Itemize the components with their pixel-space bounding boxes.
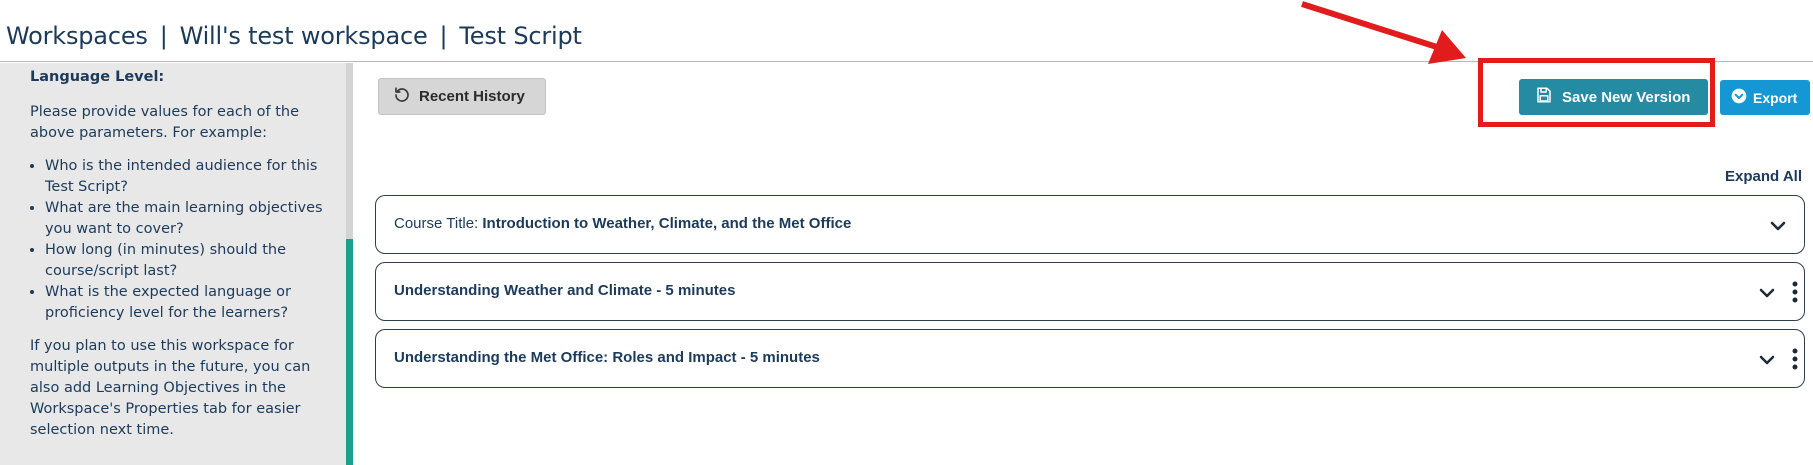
chevron-down-icon[interactable] — [1770, 218, 1786, 234]
annotation-arrow — [1301, 1, 1466, 64]
card-title-text: Understanding Weather and Climate - 5 mi… — [394, 282, 736, 299]
breadcrumb-workspace[interactable]: Will's test workspace — [180, 22, 428, 50]
recent-history-button[interactable]: Recent History — [378, 78, 546, 115]
save-new-version-button[interactable]: Save New Version — [1519, 79, 1708, 115]
sidebar-bullet: How long (in minutes) should the course/… — [45, 240, 325, 282]
expand-all-link[interactable]: Expand All — [1725, 168, 1802, 185]
card-title: Understanding the Met Office: Roles and … — [394, 349, 820, 366]
sidebar-bullet-list: Who is the intended audience for this Te… — [30, 156, 325, 324]
breadcrumb-separator: | — [159, 22, 168, 50]
section-card[interactable]: Understanding the Met Office: Roles and … — [375, 329, 1805, 388]
page-header: Workspaces | Will's test workspace | Test Sc… — [0, 0, 1813, 62]
more-options-icon[interactable] — [1792, 280, 1798, 304]
chevron-down-icon[interactable] — [1759, 285, 1775, 301]
card-title-text: Introduction to Weather, Climate, and th… — [482, 215, 852, 232]
sidebar-heading: Language Level: — [30, 69, 165, 85]
card-title: Course Title: Introduction to Weather, C… — [394, 215, 851, 232]
recent-history-label: Recent History — [419, 88, 525, 105]
export-label: Export — [1753, 89, 1798, 106]
section-card[interactable]: Understanding Weather and Climate - 5 mi… — [375, 262, 1805, 321]
sidebar-intro: Please provide values for each of the ab… — [30, 104, 300, 141]
more-options-icon[interactable] — [1792, 347, 1798, 371]
export-button[interactable]: Export — [1720, 80, 1810, 115]
card-title: Understanding Weather and Climate - 5 mi… — [394, 282, 735, 299]
breadcrumb-script: Test Script — [459, 22, 582, 50]
sidebar-scroll-thumb[interactable] — [346, 239, 353, 465]
chevron-down-icon[interactable] — [1759, 352, 1775, 368]
sidebar-panel: Language Level: Please provide values fo… — [0, 63, 346, 465]
sidebar-bullet: What are the main learning objectives yo… — [45, 198, 325, 240]
history-icon — [393, 86, 411, 108]
sidebar-instructions: Language Level: Please provide values fo… — [30, 67, 325, 453]
breadcrumb-separator: | — [439, 22, 448, 50]
card-title-text: Understanding the Met Office: Roles and … — [394, 349, 820, 366]
save-icon — [1535, 86, 1553, 108]
sidebar-bullet: Who is the intended audience for this Te… — [45, 156, 325, 198]
save-new-version-label: Save New Version — [1562, 88, 1691, 106]
chevron-circle-icon — [1731, 88, 1747, 107]
sidebar-bullet: What is the expected language or profici… — [45, 282, 325, 324]
sidebar-footer: If you plan to use this workspace for mu… — [30, 338, 311, 438]
course-title-card[interactable]: Course Title: Introduction to Weather, C… — [375, 195, 1805, 254]
card-title-prefix: Course Title: — [394, 215, 479, 232]
breadcrumb-workspaces[interactable]: Workspaces — [6, 22, 148, 50]
breadcrumb: Workspaces | Will's test workspace | Test Sc… — [6, 22, 582, 50]
sidebar-scrollbar[interactable] — [346, 63, 353, 465]
